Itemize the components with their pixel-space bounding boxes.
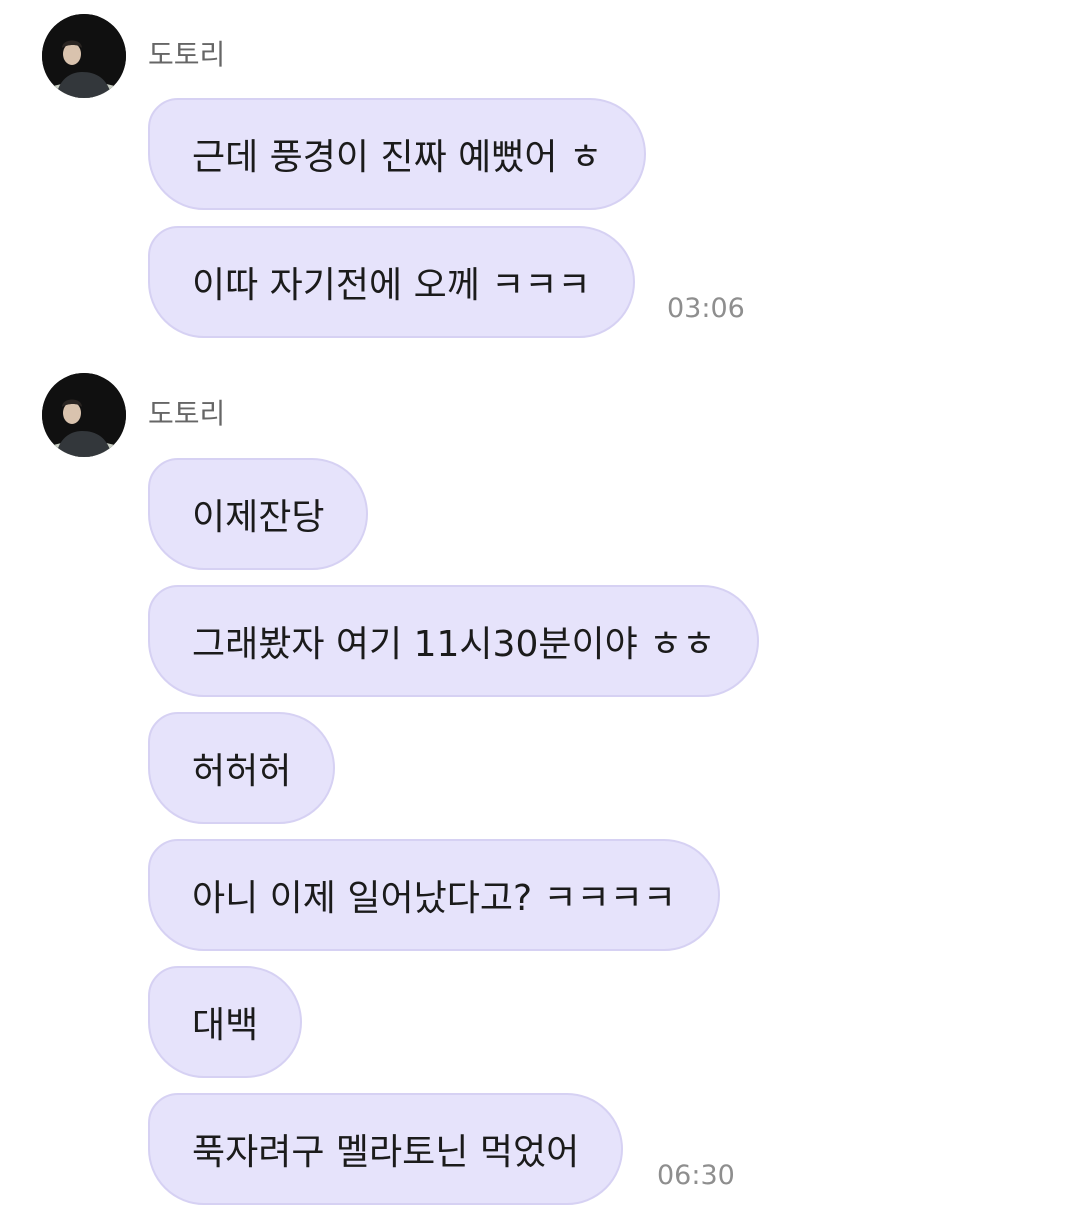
message-text: 이따 자기전에 오께 ㅋㅋㅋ [192,265,591,306]
message-bubble[interactable]: 푹자려구 멜라토닌 먹었어 [148,1093,624,1205]
message-bubble[interactable]: 허허허 [148,712,336,824]
message-text: 아니 이제 일어났다고? ㅋㅋㅋㅋ [192,878,676,919]
message-bubble[interactable]: 이따 자기전에 오께 ㅋㅋㅋ [148,226,635,338]
message-bubble[interactable]: 아니 이제 일어났다고? ㅋㅋㅋㅋ [148,839,720,951]
message-text: 이제잔당 [192,497,325,538]
sender-name: 도토리 [148,397,226,430]
message-timestamp: 03:06 [667,293,745,324]
profile-photo-icon [42,14,126,98]
message-text: 그래봤자 여기 11시30분이야 ㅎㅎ [192,624,716,665]
avatar[interactable] [42,373,126,457]
message-text: 허허허 [192,751,292,792]
message-text: 근데 풍경이 진짜 예뻤어 ㅎ [192,137,603,178]
message-timestamp: 06:30 [657,1160,735,1191]
message-text: 푹자려구 멜라토닌 먹었어 [192,1132,580,1173]
message-bubble[interactable]: 그래봤자 여기 11시30분이야 ㅎㅎ [148,585,760,697]
sender-name: 도토리 [148,38,226,71]
message-bubble[interactable]: 대백 [148,966,303,1078]
message-bubble[interactable]: 근데 풍경이 진짜 예뻤어 ㅎ [148,98,647,210]
message-bubble[interactable]: 이제잔당 [148,458,369,570]
message-text: 대백 [192,1005,259,1046]
avatar[interactable] [42,14,126,98]
profile-photo-icon [42,373,126,457]
